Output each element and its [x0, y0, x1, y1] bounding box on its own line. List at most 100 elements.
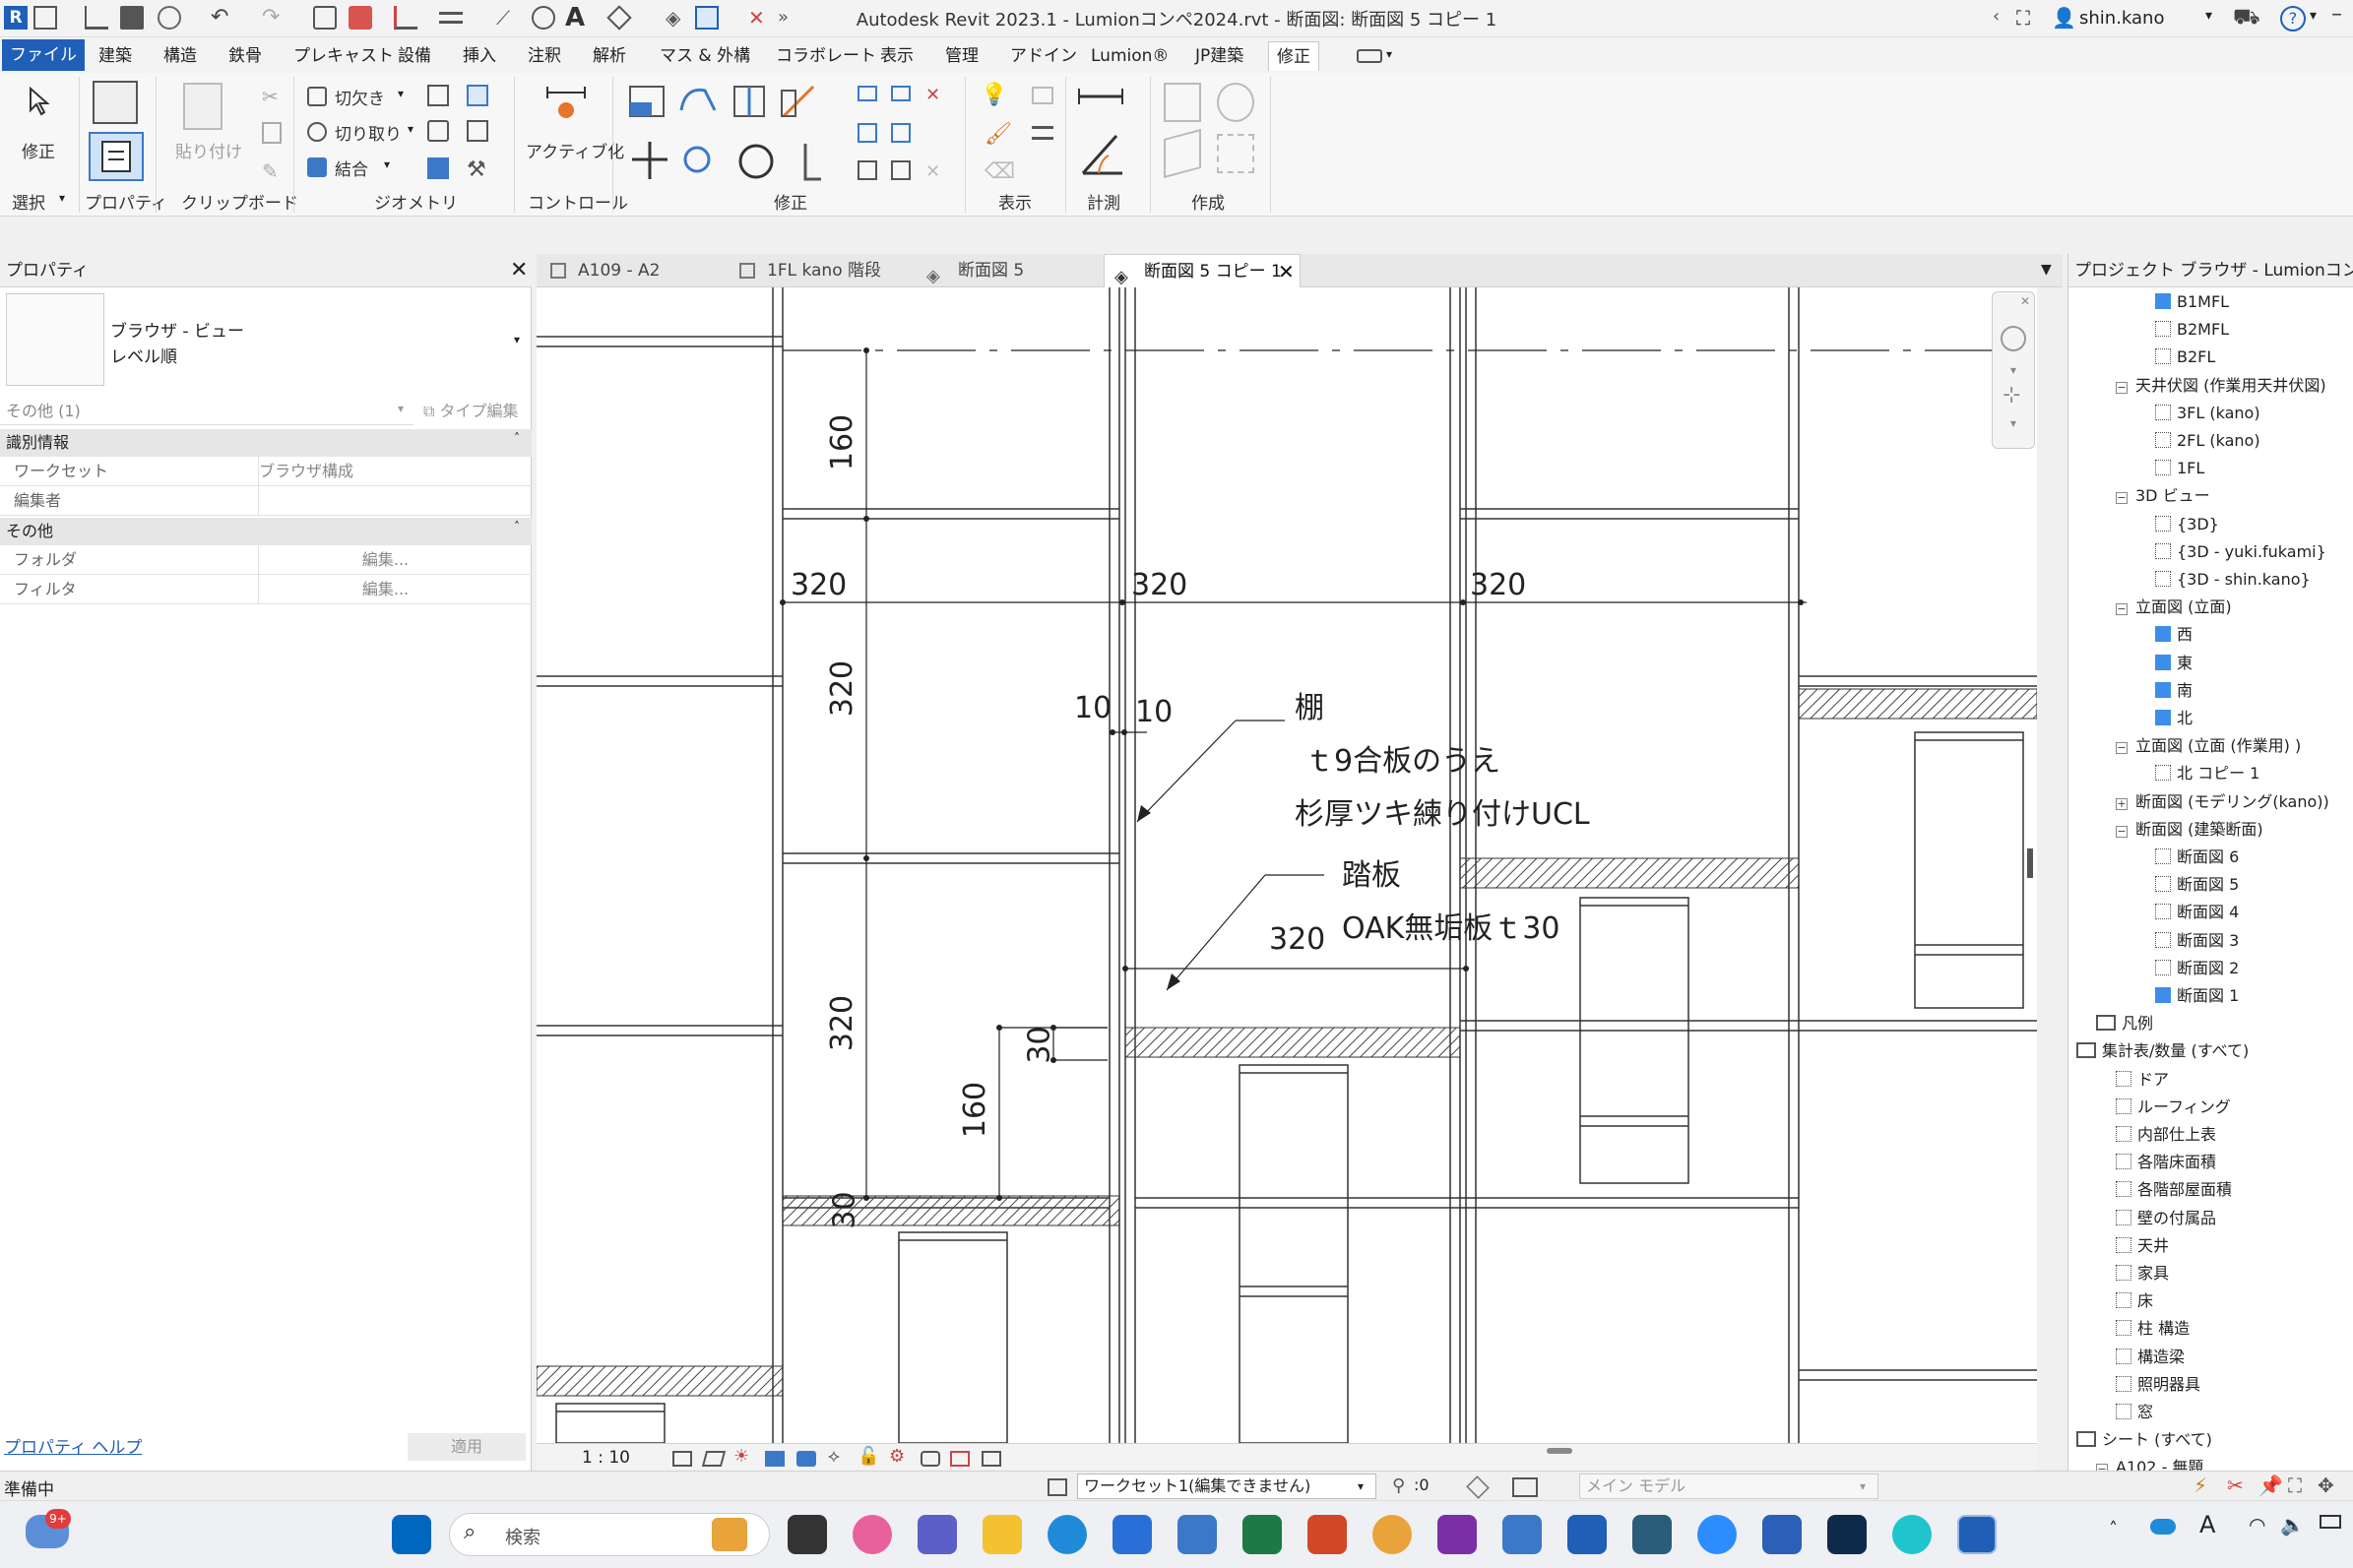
chevron-left-icon[interactable]: ‹: [1993, 6, 2000, 27]
view-icon[interactable]: [2155, 654, 2171, 670]
section-other[interactable]: その他: [0, 518, 532, 545]
chevron-up-icon[interactable]: ˄: [2109, 1519, 2118, 1539]
model-icon[interactable]: [1512, 1477, 1538, 1497]
view-icon[interactable]: [2116, 1154, 2131, 1170]
browser-item[interactable]: 壁の付属品: [2116, 1206, 2216, 1231]
browser-item[interactable]: − 立面図 (立面 (作業用) ): [2116, 733, 2301, 759]
browser-item[interactable]: 2FL (kano): [2155, 428, 2260, 454]
browser-item[interactable]: B2FL: [2155, 345, 2215, 370]
select-links-icon[interactable]: ⚡: [2194, 1474, 2207, 1497]
browser-item[interactable]: {3D - shin.kano}: [2155, 567, 2311, 593]
wall-joins-icon[interactable]: [427, 85, 449, 106]
unlock-icon[interactable]: 🔓: [858, 1446, 879, 1467]
tab-collaborate[interactable]: コラボレート: [768, 41, 884, 71]
browser-item[interactable]: 天井: [2116, 1233, 2169, 1259]
view-icon[interactable]: [2116, 1404, 2131, 1419]
view-icon[interactable]: [2155, 876, 2171, 893]
browser-item[interactable]: 各階部屋面積: [2116, 1177, 2232, 1203]
dim-text[interactable]: 320: [1470, 568, 1526, 602]
dim-text[interactable]: 320: [1131, 568, 1187, 602]
select-cursor-icon[interactable]: [28, 87, 51, 116]
tab-structure[interactable]: 構造: [156, 41, 205, 71]
dim-text[interactable]: 10: [1074, 691, 1112, 725]
select-underlay-icon[interactable]: ✂: [2227, 1474, 2244, 1497]
browser-item[interactable]: ルーフィング: [2116, 1095, 2231, 1120]
browser-item[interactable]: 西: [2155, 622, 2193, 648]
paste-icon[interactable]: [183, 83, 223, 130]
show-crop-icon[interactable]: ⟡: [828, 1446, 840, 1467]
browser-item[interactable]: 断面図 4: [2155, 900, 2239, 925]
modify-tools-icon[interactable]: ✕ ✕: [626, 81, 961, 189]
browser-item[interactable]: 北: [2155, 706, 2193, 731]
bulb-icon[interactable]: 💡: [981, 83, 1007, 107]
canva-icon[interactable]: [1892, 1515, 1932, 1554]
view-icon[interactable]: [2155, 765, 2171, 782]
group-measure[interactable]: 計測: [1087, 189, 1120, 214]
schedule-icon[interactable]: [2076, 1042, 2096, 1059]
view-icon[interactable]: [2155, 321, 2171, 338]
wifi-icon[interactable]: ◠: [2249, 1513, 2265, 1537]
collapse-icon[interactable]: −: [2116, 381, 2128, 394]
browser-item[interactable]: 南: [2155, 678, 2193, 704]
select-by-face-icon[interactable]: ⛶: [2288, 1474, 2302, 1497]
onenote-icon[interactable]: [1437, 1515, 1477, 1554]
thin-line-icon[interactable]: [1032, 126, 1053, 140]
view-icon[interactable]: [2155, 987, 2171, 1003]
browser-item[interactable]: 集計表/数量 (すべて): [2076, 1038, 2249, 1064]
linework-icon[interactable]: [1032, 87, 1053, 104]
note-text[interactable]: 杉厚ツキ練り付けUCL: [1295, 789, 1590, 833]
tab-addins[interactable]: アドイン: [1002, 41, 1085, 71]
browser-item[interactable]: −3D ビュー: [2116, 483, 2210, 509]
drawing-area[interactable]: 320 320 320 320 160 320 320 160 30 30 10…: [537, 287, 2037, 1443]
group-clipboard[interactable]: クリップボード: [181, 189, 298, 214]
close-icon[interactable]: ✕: [1278, 255, 1295, 288]
dim-text[interactable]: 10: [1135, 695, 1173, 729]
group-create[interactable]: 作成: [1191, 189, 1225, 214]
schedule-icon[interactable]: [2076, 1431, 2096, 1448]
group-geometry[interactable]: ジオメトリ: [374, 189, 458, 214]
cut-geometry-icon[interactable]: [307, 122, 327, 142]
panel-toggle-icon[interactable]: [1357, 49, 1382, 63]
tab-steel[interactable]: 鉄骨: [221, 41, 270, 71]
dim-text[interactable]: 30: [828, 1191, 862, 1228]
activate-button[interactable]: アクティブ化: [526, 138, 624, 162]
view-icon[interactable]: [2155, 626, 2171, 643]
view-icon[interactable]: [2155, 542, 2171, 559]
view-icon[interactable]: [2155, 404, 2171, 420]
workset-icon[interactable]: [1048, 1478, 1067, 1496]
tabs-menu-icon[interactable]: ▼: [2041, 262, 2052, 278]
explorer-icon[interactable]: [983, 1515, 1022, 1554]
collapse-icon[interactable]: ˄: [514, 520, 520, 533]
dim-text[interactable]: 320: [791, 568, 847, 602]
browser-item[interactable]: B1MFL: [2155, 289, 2229, 315]
close-icon[interactable]: ✕: [2020, 294, 2030, 308]
volume-icon[interactable]: 🔈: [2280, 1513, 2305, 1537]
hide-icon[interactable]: ⚙: [889, 1446, 905, 1467]
collapse-icon[interactable]: −: [2116, 825, 2128, 838]
chevron-down-icon[interactable]: ▾: [2310, 8, 2317, 24]
create-group-icon[interactable]: [1164, 128, 1201, 179]
join-icon[interactable]: [307, 157, 327, 177]
tab-analyze[interactable]: 解析: [585, 41, 634, 71]
scrollbar-thumb[interactable]: [2027, 848, 2033, 878]
browser-item[interactable]: ドア: [2116, 1067, 2169, 1093]
cut-icon[interactable]: ✂: [262, 85, 279, 108]
view-icon[interactable]: [2155, 460, 2171, 476]
browser-item[interactable]: 1FL: [2155, 456, 2204, 481]
view-icon[interactable]: [2155, 681, 2171, 698]
view-icon[interactable]: [2155, 432, 2171, 448]
browser-item[interactable]: 断面図 5: [2155, 872, 2239, 898]
drag-elements-icon[interactable]: ✥: [2318, 1474, 2334, 1497]
cope-button[interactable]: 切欠き: [335, 85, 385, 109]
user-icon[interactable]: 👤: [2052, 6, 2076, 30]
view-icon[interactable]: [2116, 1375, 2131, 1392]
create-similar-icon[interactable]: [1217, 134, 1254, 173]
note-text[interactable]: 踏板: [1342, 850, 1401, 894]
taskbar-search[interactable]: ⌕ 検索: [449, 1513, 770, 1556]
dim-text[interactable]: 160: [825, 414, 859, 470]
tab-insert[interactable]: 挿入: [455, 41, 504, 71]
tab-lumion[interactable]: Lumion®: [1083, 41, 1176, 71]
group-select[interactable]: 選択: [12, 189, 45, 214]
chrome-icon[interactable]: [1372, 1515, 1412, 1554]
apply-button[interactable]: 適用: [408, 1433, 526, 1461]
